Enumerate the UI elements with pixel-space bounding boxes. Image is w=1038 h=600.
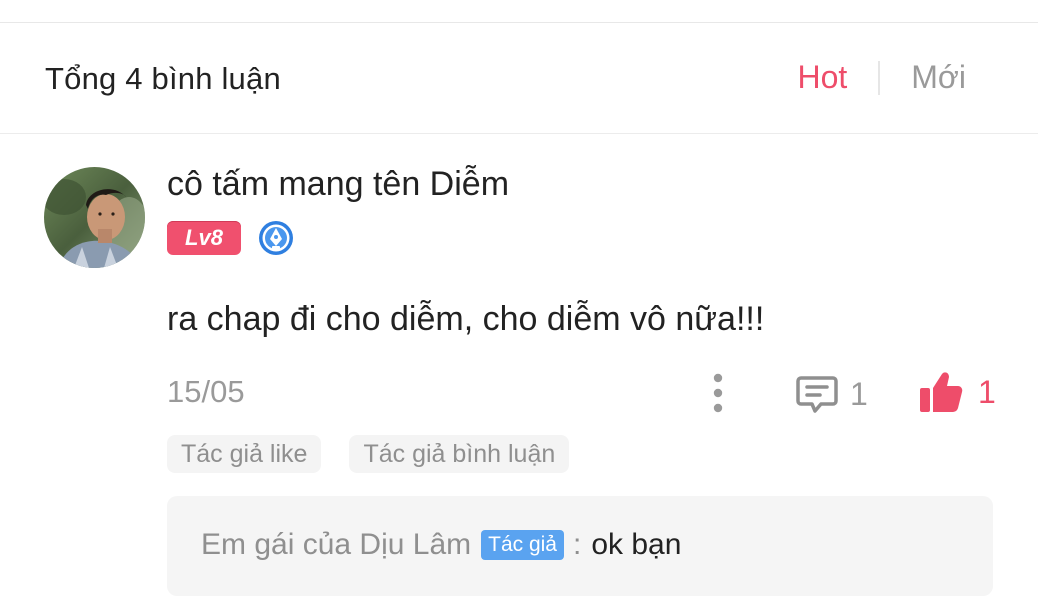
like-count: 1	[978, 373, 996, 410]
more-options-button[interactable]	[708, 372, 728, 414]
reply-comment-icon	[796, 376, 838, 413]
reply-text: ok bạn	[591, 528, 682, 561]
reply-author[interactable]: Em gái của Dịu Lâm	[201, 528, 471, 562]
author-badge: Tác giả	[481, 530, 564, 560]
comments-header: Tổng 4 bình luận Hot Mới	[0, 23, 1038, 134]
like-button[interactable]: 1	[918, 370, 996, 414]
reply-preview[interactable]: Em gái của Dịu Lâm Tác giả : ok bạn	[167, 496, 993, 596]
reply-line: Em gái của Dịu Lâm Tác giả : ok bạn	[201, 528, 681, 562]
comment-text: ra chap đi cho diễm, cho diễm vô nữa!!!	[167, 300, 765, 338]
pen-badge-icon	[257, 219, 295, 257]
comment-date: 15/05	[167, 374, 245, 409]
tab-separator	[878, 60, 881, 95]
user-badges: Lv8	[167, 219, 295, 257]
reply-button[interactable]: 1	[795, 372, 868, 416]
reply-count: 1	[850, 375, 868, 412]
comment-tags: Tác giả like Tác giả bình luận	[167, 435, 597, 473]
reply-separator: :	[573, 528, 582, 561]
tab-hot[interactable]: Hot	[797, 59, 847, 96]
thumbs-up-icon	[920, 372, 963, 412]
level-badge: Lv8	[167, 221, 241, 255]
comment-username[interactable]: cô tấm mang tên Diễm	[167, 165, 509, 204]
sort-tabs: Hot Mới	[797, 59, 966, 96]
comments-total-title: Tổng 4 bình luận	[45, 61, 281, 96]
tag-author-commented: Tác giả bình luận	[349, 435, 570, 473]
more-vertical-icon	[713, 373, 723, 413]
avatar[interactable]	[44, 167, 145, 268]
tag-author-liked: Tác giả like	[167, 435, 322, 473]
tab-new[interactable]: Mới	[911, 59, 966, 96]
